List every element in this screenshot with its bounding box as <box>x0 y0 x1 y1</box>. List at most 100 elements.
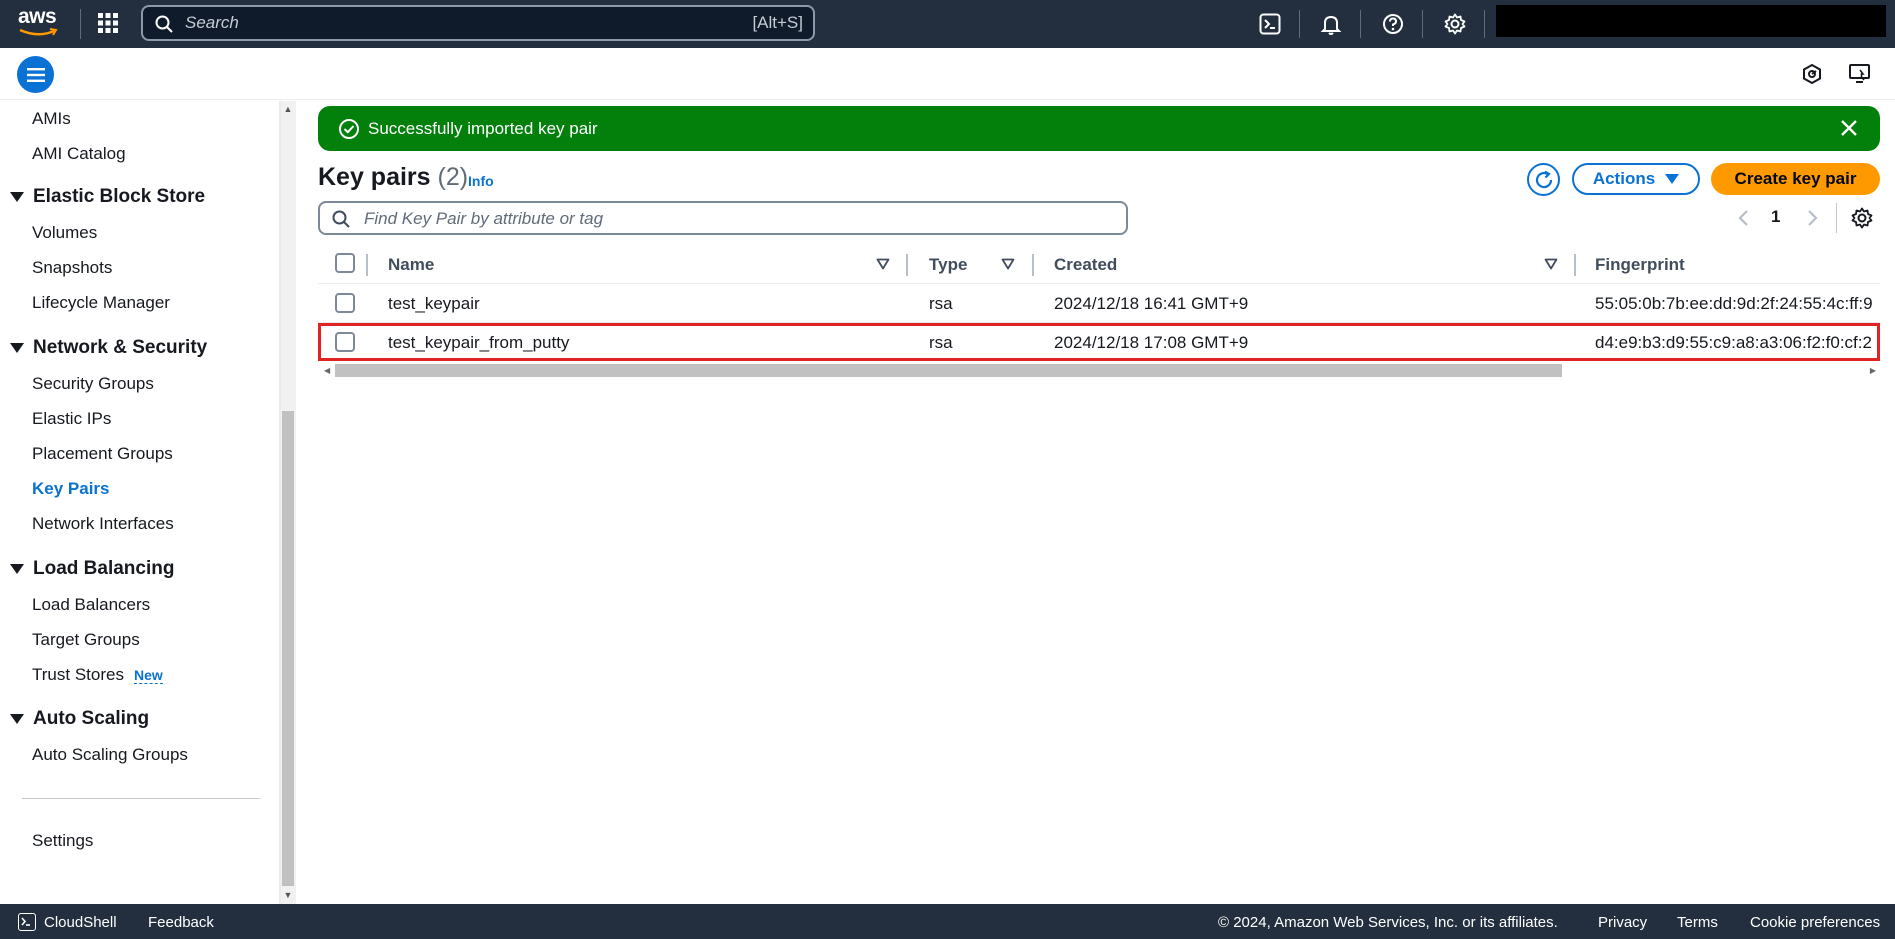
account-menu-redacted[interactable] <box>1496 5 1886 37</box>
refresh-button[interactable] <box>1527 163 1560 196</box>
column-header-name[interactable]: Name <box>388 255 434 275</box>
sidebar-item-volumes[interactable]: Volumes <box>32 223 97 243</box>
bell-icon[interactable] <box>1317 10 1345 38</box>
screen-preferences-icon[interactable] <box>1848 62 1874 88</box>
footer: CloudShell Feedback © 2024, Amazon Web S… <box>0 904 1895 939</box>
search-shortcut: [Alt+S] <box>752 13 803 32</box>
sidebar-item-elastic-ips[interactable]: Elastic IPs <box>32 409 111 429</box>
sidebar-item-network-interfaces[interactable]: Network Interfaces <box>32 514 174 534</box>
sidebar-section-auto-scaling[interactable]: Auto Scaling <box>10 708 149 730</box>
column-header-created[interactable]: Created <box>1054 255 1117 275</box>
column-divider <box>906 254 908 276</box>
actions-dropdown-button[interactable]: Actions <box>1572 163 1700 195</box>
cell-type: rsa <box>929 294 953 313</box>
item-count: (2) <box>437 163 469 191</box>
cell-fingerprint: d4:e9:b3:d9:55:c9:a8:a3:06:f2:f0:cf:2 <box>1595 333 1872 352</box>
scroll-right-icon[interactable]: ▶ <box>1870 366 1876 375</box>
actions-label: Actions <box>1592 169 1656 188</box>
filter-input[interactable] <box>364 209 1104 229</box>
side-navigation: AMIs AMI Catalog Elastic Block Store Vol… <box>0 101 280 904</box>
create-key-pair-button[interactable]: Create key pair <box>1711 163 1880 195</box>
aws-logo[interactable]: aws <box>18 6 60 40</box>
sort-icon[interactable] <box>1001 258 1015 270</box>
table-row[interactable]: test_keypair rsa 2024/12/18 16:41 GMT+9 … <box>318 285 1880 323</box>
copyright-text: © 2024, Amazon Web Services, Inc. or its… <box>1218 914 1558 931</box>
gear-icon[interactable] <box>1441 10 1469 38</box>
sidebar-section-label: Auto Scaling <box>33 708 150 729</box>
row-checkbox[interactable] <box>335 293 355 313</box>
privacy-link[interactable]: Privacy <box>1598 914 1647 931</box>
sidebar-item-settings[interactable]: Settings <box>32 831 93 851</box>
next-page-icon[interactable] <box>1803 207 1823 229</box>
sidebar-item-placement-groups[interactable]: Placement Groups <box>32 444 173 464</box>
menu-toggle-button[interactable] <box>17 56 54 93</box>
nav-divider <box>1360 10 1361 38</box>
sidebar-section-label: Network & Security <box>33 337 208 358</box>
nav-divider <box>1422 10 1423 38</box>
caret-down-icon <box>10 564 24 574</box>
cookie-preferences-link[interactable]: Cookie preferences <box>1750 914 1880 931</box>
column-divider <box>366 254 368 276</box>
table-scrollbar-thumb[interactable] <box>335 364 1562 377</box>
page-number-1[interactable]: 1 <box>1771 207 1780 227</box>
sidebar-item-key-pairs[interactable]: Key Pairs <box>32 479 110 499</box>
aws-smile-icon <box>19 28 58 36</box>
cell-created: 2024/12/18 16:41 GMT+9 <box>1054 294 1249 313</box>
aws-logo-text: aws <box>18 5 57 28</box>
global-search-input[interactable] <box>185 13 685 33</box>
sidebar-section-elastic-block-store[interactable]: Elastic Block Store <box>10 186 205 208</box>
sort-icon[interactable] <box>876 258 890 270</box>
sidebar-item-load-balancers[interactable]: Load Balancers <box>32 595 150 615</box>
sidebar-item-auto-scaling-groups[interactable]: Auto Scaling Groups <box>32 745 188 765</box>
sort-icon[interactable] <box>1544 258 1558 270</box>
sidebar-section-label: Elastic Block Store <box>33 186 206 207</box>
column-header-fingerprint[interactable]: Fingerprint <box>1595 255 1685 275</box>
scroll-down-icon[interactable]: ▼ <box>283 890 293 900</box>
success-flashbar: Successfully imported key pair <box>318 106 1880 151</box>
scroll-up-icon[interactable]: ▲ <box>283 104 293 114</box>
success-check-icon <box>339 119 359 139</box>
filter-box[interactable] <box>318 201 1128 235</box>
select-all-checkbox[interactable] <box>335 253 355 273</box>
sidebar-item-snapshots[interactable]: Snapshots <box>32 258 112 278</box>
table-horizontal-scrollbar[interactable]: ◀ ▶ <box>322 363 1878 379</box>
sidebar-section-load-balancing[interactable]: Load Balancing <box>10 558 174 580</box>
page-title: Key pairs (2) <box>318 163 468 192</box>
global-search[interactable]: [Alt+S] <box>141 5 815 41</box>
cloudshell-icon[interactable] <box>18 913 36 931</box>
sidebar-item-lifecycle-manager[interactable]: Lifecycle Manager <box>32 293 170 313</box>
terms-link[interactable]: Terms <box>1677 914 1718 931</box>
sidebar-item-ami-catalog[interactable]: AMI Catalog <box>32 144 126 164</box>
sidebar-scrollbar-thumb[interactable] <box>282 411 294 886</box>
sidebar-item-target-groups[interactable]: Target Groups <box>32 630 140 650</box>
page-title-text: Key pairs <box>318 163 431 191</box>
feedback-link[interactable]: Feedback <box>148 914 214 931</box>
sidebar-item-amis[interactable]: AMIs <box>32 109 71 129</box>
sidebar-item-security-groups[interactable]: Security Groups <box>32 374 154 394</box>
sidebar-section-label: Load Balancing <box>33 558 175 579</box>
caret-down-icon <box>1665 174 1680 184</box>
cloudshell-link[interactable]: CloudShell <box>44 914 117 931</box>
caret-down-icon <box>10 714 24 724</box>
row-checkbox[interactable] <box>335 332 355 352</box>
table-header: Name Type Created Fingerprint <box>318 246 1880 284</box>
search-icon <box>155 15 173 33</box>
cell-name: test_keypair_from_putty <box>388 333 570 352</box>
cell-name: test_keypair <box>388 294 480 313</box>
help-icon[interactable] <box>1379 10 1407 38</box>
sidebar-item-trust-stores[interactable]: Trust Stores New <box>32 665 163 685</box>
info-link[interactable]: Info <box>468 173 494 189</box>
notifications-panel-icon[interactable] <box>1800 62 1826 88</box>
new-badge[interactable]: New <box>133 667 163 684</box>
previous-page-icon[interactable] <box>1733 207 1753 229</box>
sidebar-item-label: Trust Stores <box>32 665 124 684</box>
gear-icon[interactable] <box>1851 207 1873 229</box>
column-divider <box>1574 254 1576 276</box>
close-icon[interactable] <box>1838 117 1860 139</box>
column-header-type[interactable]: Type <box>929 255 967 275</box>
sidebar-section-network-security[interactable]: Network & Security <box>10 337 207 359</box>
cloudshell-icon[interactable] <box>1256 10 1284 38</box>
scroll-left-icon[interactable]: ◀ <box>324 366 330 375</box>
services-grid-icon[interactable] <box>97 12 119 34</box>
table-row-selected-highlight[interactable]: test_keypair_from_putty rsa 2024/12/18 1… <box>318 323 1880 361</box>
